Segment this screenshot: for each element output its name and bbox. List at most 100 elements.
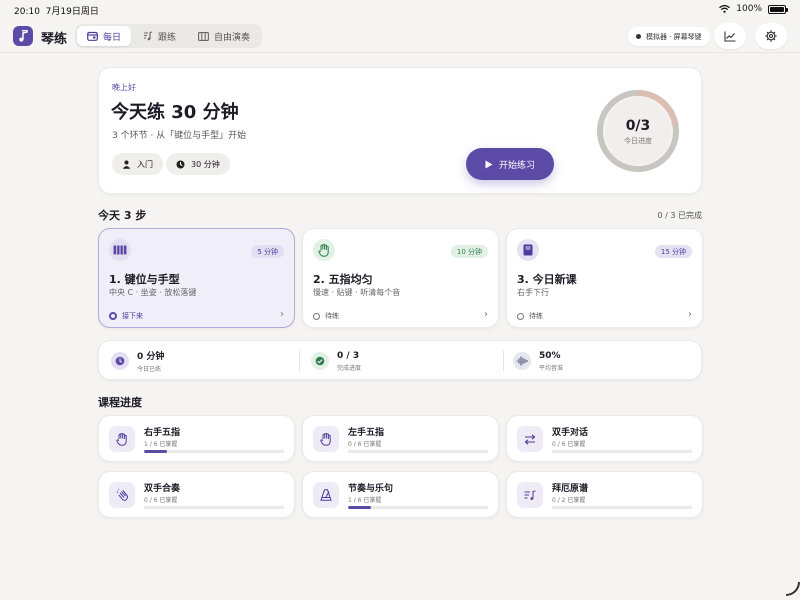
calendar-icon bbox=[87, 31, 98, 41]
clapping-hands-icon bbox=[109, 482, 135, 508]
score-icon bbox=[517, 482, 543, 508]
tab-daily-label: 每日 bbox=[103, 32, 122, 43]
step-subtitle: 右手下行 bbox=[517, 288, 549, 297]
swap-arrows-icon bbox=[517, 426, 543, 452]
stats-button[interactable] bbox=[714, 23, 746, 49]
divider bbox=[299, 351, 300, 371]
course-card-left-hand[interactable]: 左手五指 0 / 6 已掌握 bbox=[302, 415, 499, 462]
course-progress-bar bbox=[552, 450, 692, 453]
course-subtitle: 1 / 6 已掌握 bbox=[348, 497, 382, 504]
course-progress-bar bbox=[552, 506, 692, 509]
daily-progress-ring: 0/3 今日进度 bbox=[593, 86, 683, 176]
stat-completion: 0 / 3 完成进度 bbox=[311, 341, 361, 381]
chevron-right-icon: › bbox=[688, 309, 692, 320]
course-subtitle: 0 / 6 已掌握 bbox=[552, 441, 586, 448]
book-icon bbox=[517, 239, 539, 261]
step-title: 2. 五指均匀 bbox=[313, 273, 373, 286]
course-title: 左手五指 bbox=[348, 428, 385, 438]
music-note-icon bbox=[19, 30, 28, 42]
step-status: 待练 bbox=[313, 311, 339, 321]
level-chip[interactable]: 入门 bbox=[112, 153, 163, 175]
stat-label: 平均音准 bbox=[539, 364, 564, 372]
piano-keys-icon bbox=[109, 239, 131, 261]
settings-button[interactable] bbox=[755, 23, 787, 49]
step-status-label: 待练 bbox=[325, 312, 339, 320]
start-practice-button[interactable]: 开始练习 bbox=[466, 148, 554, 180]
stats-row: 0 分钟今日已练 0 / 3 完成进度 50% 平均音准 bbox=[98, 340, 702, 380]
course-card-dialog[interactable]: 双手对话 0 / 6 已掌握 bbox=[506, 415, 703, 462]
course-title: 拜厄原谱 bbox=[552, 484, 589, 494]
course-title: 节奏与乐句 bbox=[348, 484, 394, 494]
course-progress-title: 课程进度 bbox=[98, 396, 142, 409]
chevron-right-icon: › bbox=[484, 309, 488, 320]
device-status-pill[interactable]: 模拟器 · 屏幕琴键 bbox=[628, 27, 710, 46]
waveform-icon bbox=[513, 352, 531, 370]
hero-subtitle: 3 个环节 · 从「键位与手型」开始 bbox=[112, 131, 247, 141]
keyboard-icon bbox=[198, 31, 209, 41]
today-plan-card: 晚上好 今天练 30 分钟 3 个环节 · 从「键位与手型」开始 入门 30 分… bbox=[98, 67, 702, 194]
chart-line-icon bbox=[724, 31, 736, 42]
pending-radio-icon bbox=[313, 312, 320, 320]
duration-chip[interactable]: 30 分钟 bbox=[166, 153, 230, 175]
divider bbox=[503, 351, 504, 371]
course-card-beyer[interactable]: 拜厄原谱 0 / 2 已掌握 bbox=[506, 471, 703, 518]
step-card-2[interactable]: 10 分钟 2. 五指均匀 慢速 · 贴键 · 听清每个音 待练 › bbox=[302, 228, 499, 328]
step-status-label: 待练 bbox=[529, 312, 543, 320]
step-title: 1. 键位与手型 bbox=[109, 273, 180, 286]
clock-icon bbox=[176, 160, 185, 168]
step-subtitle: 慢速 · 贴键 · 听清每个音 bbox=[313, 288, 401, 297]
music-note-icon bbox=[144, 31, 153, 41]
step-duration-badge: 10 分钟 bbox=[450, 245, 488, 258]
person-icon bbox=[122, 160, 131, 169]
greeting: 晚上好 bbox=[112, 83, 136, 92]
step-title: 3. 今日新课 bbox=[517, 273, 577, 286]
top-bar: 琴练 每日 跟练 自由演奏 模拟器 · 屏幕琴键 bbox=[0, 20, 800, 53]
pending-radio-icon bbox=[517, 312, 524, 320]
course-title: 双手合奏 bbox=[144, 484, 181, 494]
course-card-rhythm[interactable]: 节奏与乐句 1 / 6 已掌握 bbox=[302, 471, 499, 518]
status-time: 20:10 bbox=[14, 7, 40, 17]
course-subtitle: 0 / 6 已掌握 bbox=[348, 441, 382, 448]
tab-follow-label: 跟练 bbox=[158, 32, 177, 43]
stat-accuracy: 50% 平均音准 bbox=[513, 341, 563, 381]
hero-title: 今天练 30 分钟 bbox=[111, 102, 239, 123]
hand-icon bbox=[109, 426, 135, 452]
course-progress-bar bbox=[144, 506, 284, 509]
duration-chip-label: 30 分钟 bbox=[191, 159, 220, 169]
stat-value: 0 分钟 bbox=[137, 352, 165, 362]
status-bar: 20:10 7月19日周日 100% bbox=[0, 0, 800, 20]
tab-free-play-label: 自由演奏 bbox=[214, 32, 251, 43]
stat-practice-time: 0 分钟今日已练 bbox=[111, 341, 164, 381]
hand-icon bbox=[313, 239, 335, 261]
stat-label: 今日已练 bbox=[137, 366, 162, 373]
tab-daily[interactable]: 每日 bbox=[77, 26, 132, 46]
step-card-3[interactable]: 15 分钟 3. 今日新课 右手下行 待练 › bbox=[506, 228, 703, 328]
stat-label: 完成进度 bbox=[337, 364, 362, 372]
progress-label: 今日进度 bbox=[624, 137, 652, 145]
step-card-1[interactable]: 5 分钟 1. 键位与手型 中央 C · 坐姿 · 放松落键 接下来 › bbox=[98, 228, 295, 328]
step-subtitle: 中央 C · 坐姿 · 放松落键 bbox=[109, 288, 197, 297]
chevron-right-icon: › bbox=[280, 309, 284, 320]
course-card-both-hands[interactable]: 双手合奏 0 / 6 已掌握 bbox=[98, 471, 295, 518]
step-duration-badge: 5 分钟 bbox=[251, 245, 284, 258]
status-date: 7月19日周日 bbox=[45, 7, 99, 17]
progress-value: 0/3 bbox=[625, 118, 651, 134]
clock-icon bbox=[111, 352, 129, 370]
course-subtitle: 0 / 6 已掌握 bbox=[144, 497, 178, 504]
metronome-icon bbox=[313, 482, 339, 508]
tab-follow[interactable]: 跟练 bbox=[133, 26, 186, 46]
course-card-right-hand[interactable]: 右手五指 1 / 6 已掌握 bbox=[98, 415, 295, 462]
app-name: 琴练 bbox=[41, 32, 68, 47]
level-chip-label: 入门 bbox=[137, 159, 153, 169]
check-icon bbox=[311, 352, 329, 370]
tab-free-play[interactable]: 自由演奏 bbox=[188, 26, 260, 46]
step-status-label: 接下来 bbox=[122, 312, 143, 320]
hand-icon bbox=[313, 426, 339, 452]
wifi-icon bbox=[719, 5, 731, 13]
stat-value: 0 / 3 bbox=[337, 350, 360, 361]
step-duration-badge: 15 分钟 bbox=[654, 245, 692, 258]
tab-bar: 每日 跟练 自由演奏 bbox=[75, 24, 263, 48]
course-title: 右手五指 bbox=[144, 428, 181, 438]
status-dot bbox=[636, 34, 641, 39]
stat-value: 50% bbox=[539, 350, 561, 361]
